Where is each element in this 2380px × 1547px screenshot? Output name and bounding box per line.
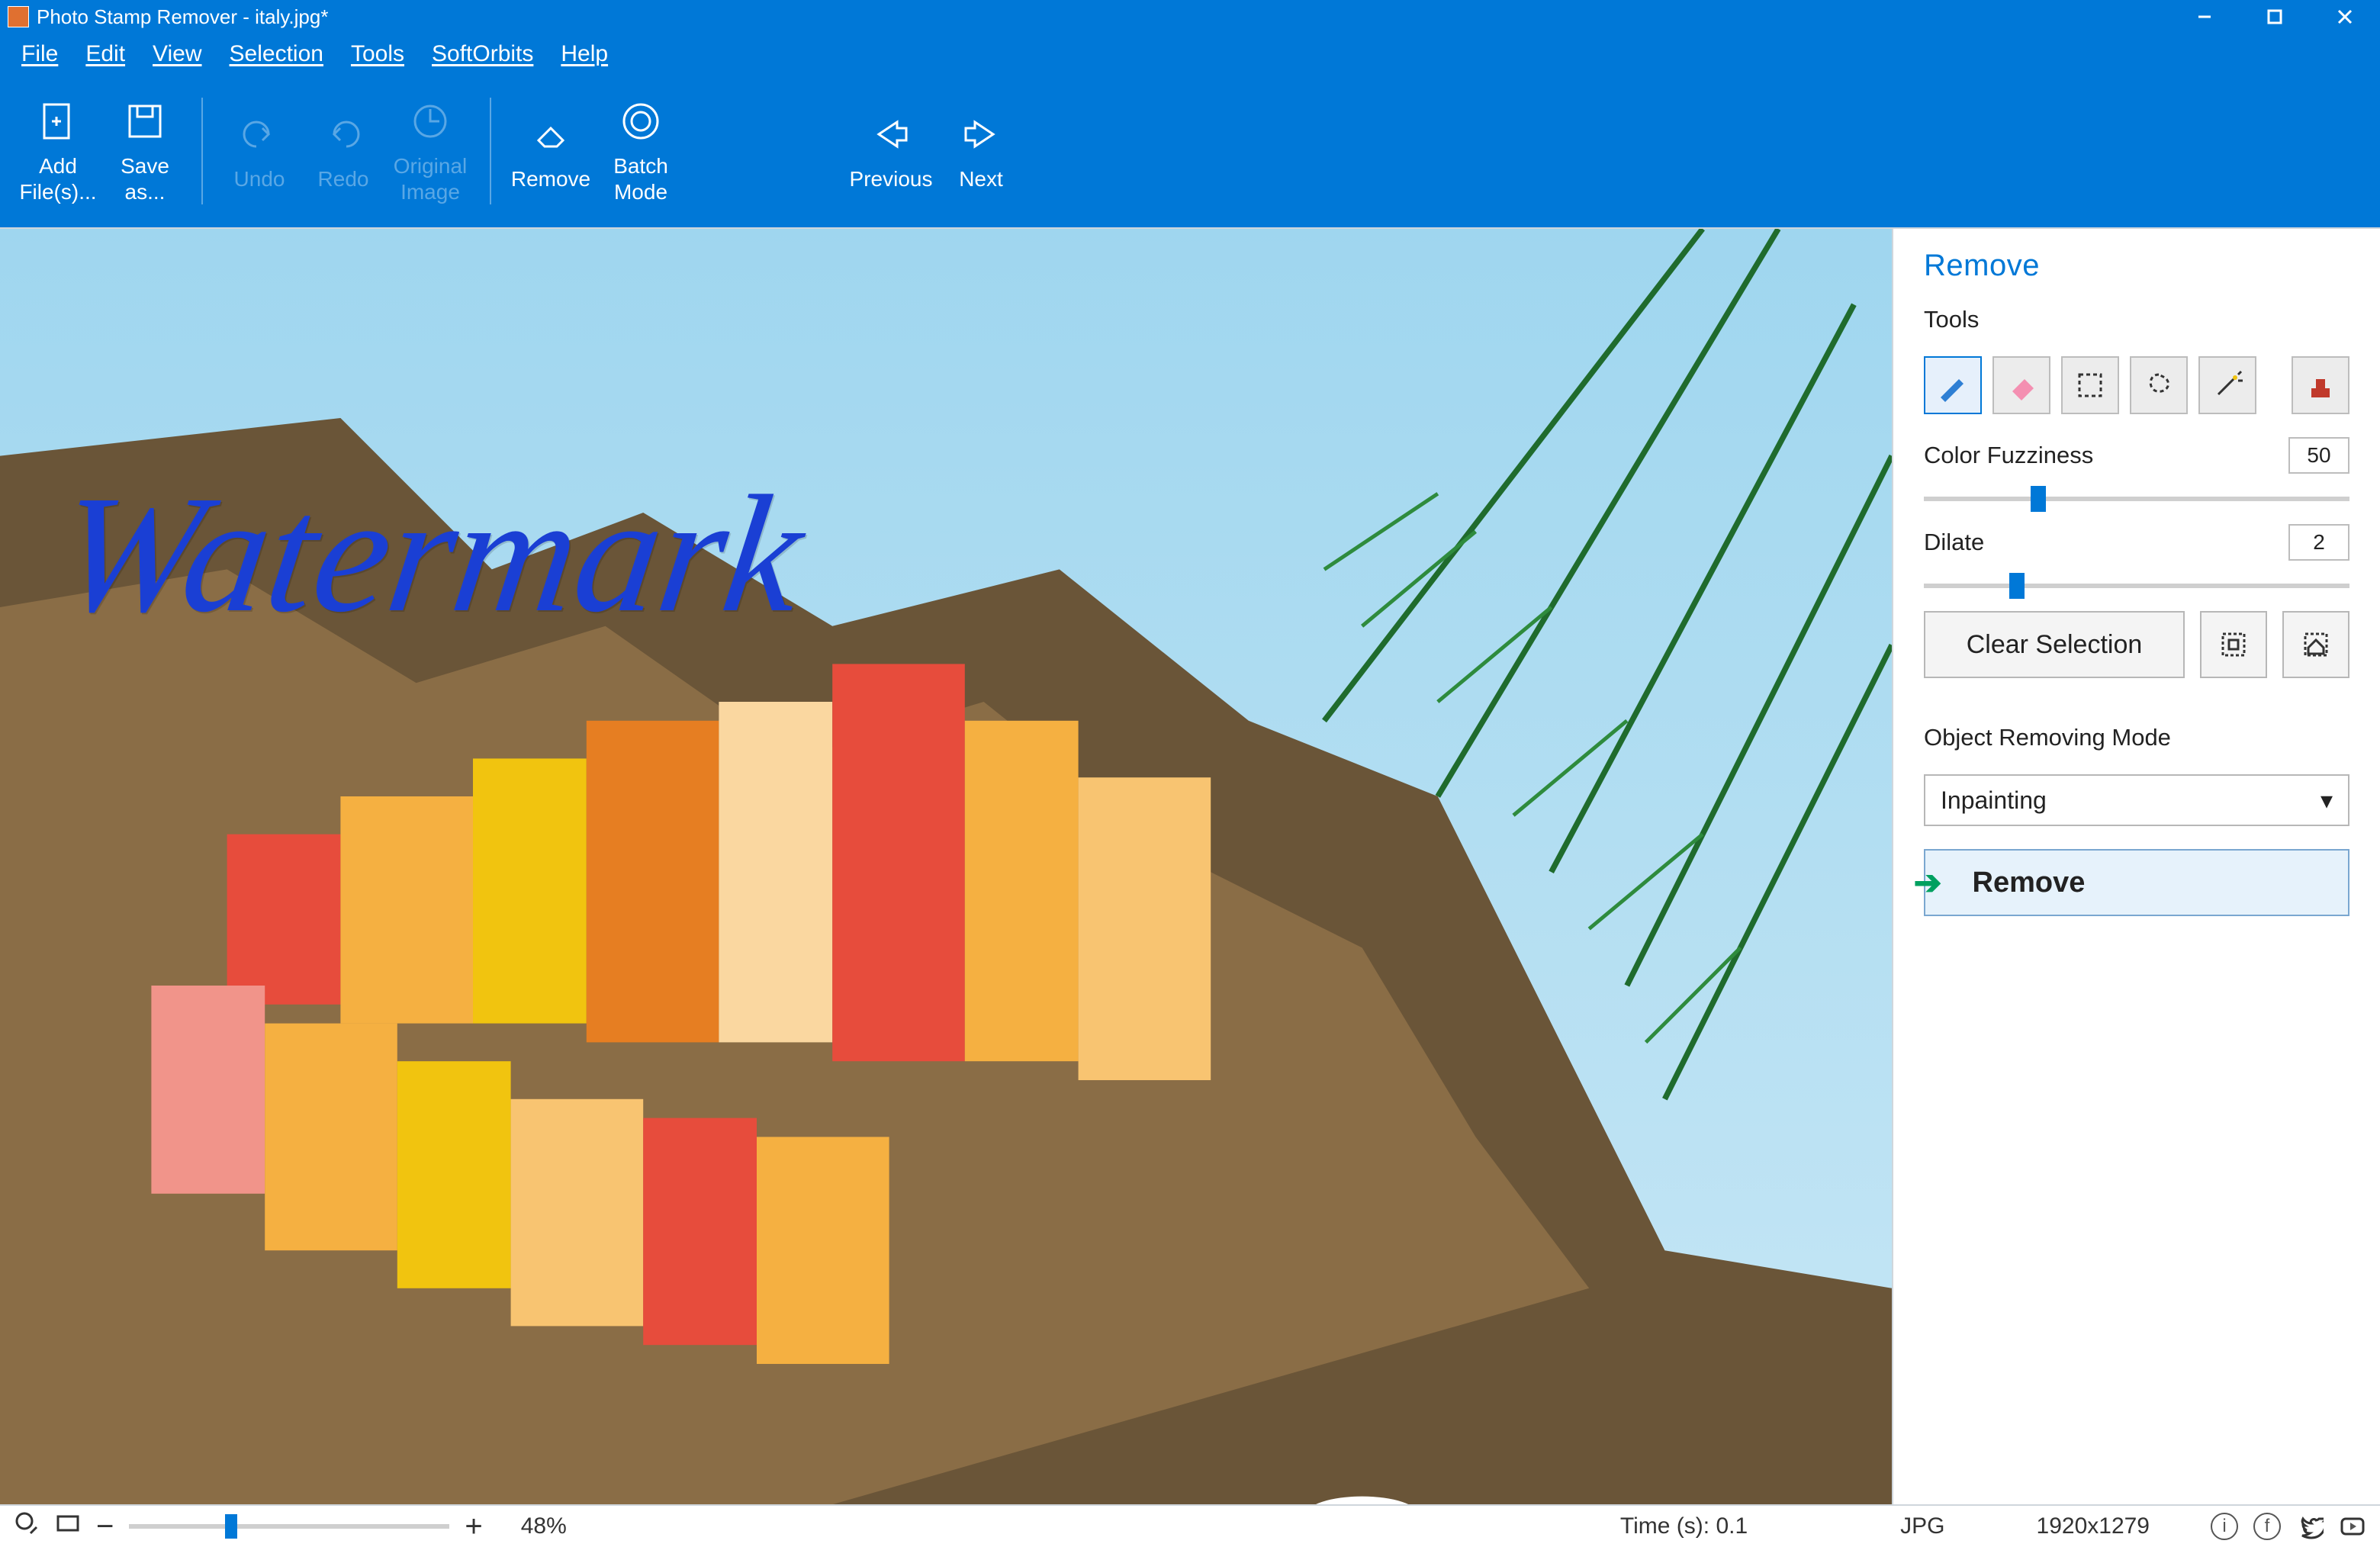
maximize-button[interactable]: [2240, 0, 2310, 34]
dilate-label: Dilate: [1924, 529, 1984, 556]
add-file-icon: [34, 97, 82, 146]
menu-edit[interactable]: Edit: [85, 41, 125, 67]
minimize-button[interactable]: [2169, 0, 2240, 34]
menu-view[interactable]: View: [153, 41, 201, 67]
zoom-slider[interactable]: [129, 1524, 449, 1529]
panel-header: Remove: [1924, 249, 2349, 283]
tools-label: Tools: [1924, 306, 2349, 333]
status-time: Time (s): 0.1: [1620, 1513, 1748, 1539]
arrow-right-icon: ➔: [1914, 864, 1942, 902]
save-icon: [121, 97, 169, 146]
remove-toolbar-button[interactable]: Remove: [510, 90, 592, 212]
arrow-left-icon: [867, 110, 915, 159]
add-files-button[interactable]: Add File(s)...: [17, 90, 99, 212]
arrow-right-icon: [957, 110, 1005, 159]
youtube-icon[interactable]: [2339, 1513, 2366, 1540]
save-selection-button[interactable]: [2200, 611, 2267, 678]
tool-eraser[interactable]: [1992, 356, 2050, 414]
color-fuzziness-value[interactable]: 50: [2288, 437, 2349, 474]
photo-image: [0, 229, 1892, 1504]
zoom-out-button[interactable]: −: [96, 1510, 114, 1544]
toolbar: Add File(s)... Save as... Undo Redo Orig…: [0, 75, 2380, 227]
window-title: Photo Stamp Remover - italy.jpg*: [37, 5, 328, 29]
zoom-percent: 48%: [521, 1513, 567, 1539]
menu-selection[interactable]: Selection: [230, 41, 323, 67]
status-format: JPG: [1900, 1513, 1944, 1539]
color-fuzziness-slider[interactable]: [1924, 497, 2349, 501]
zoom-fit-icon[interactable]: [55, 1510, 81, 1542]
undo-button[interactable]: Undo: [221, 90, 298, 212]
watermark-text: Watermark: [47, 458, 814, 651]
facebook-icon[interactable]: f: [2253, 1513, 2281, 1540]
tool-clone-stamp[interactable]: [2292, 356, 2349, 414]
batch-mode-button[interactable]: Batch Mode: [600, 90, 682, 212]
mode-label: Object Removing Mode: [1924, 724, 2349, 751]
right-panel: Remove Tools Color Fuzziness 50 Dilate 2: [1892, 227, 2380, 1504]
gear-icon: [616, 97, 665, 146]
tool-rectangle-select[interactable]: [2061, 356, 2119, 414]
undo-icon: [235, 110, 284, 159]
remove-button[interactable]: ➔ Remove: [1924, 849, 2349, 916]
menu-softorbits[interactable]: SoftOrbits: [432, 41, 533, 67]
mode-dropdown[interactable]: Inpainting ▾: [1924, 774, 2349, 826]
next-button[interactable]: Next: [940, 90, 1022, 212]
previous-button[interactable]: Previous: [850, 90, 932, 212]
tool-magic-wand[interactable]: [2198, 356, 2256, 414]
app-icon: [8, 6, 29, 27]
eraser-icon: [526, 110, 575, 159]
menu-tools[interactable]: Tools: [351, 41, 404, 67]
twitter-icon[interactable]: [2296, 1513, 2324, 1540]
redo-button[interactable]: Redo: [305, 90, 381, 212]
save-as-button[interactable]: Save as...: [107, 90, 183, 212]
chevron-down-icon: ▾: [2320, 786, 2333, 815]
menu-file[interactable]: File: [21, 41, 58, 67]
menubar: File Edit View Selection Tools SoftOrbit…: [0, 34, 2380, 75]
titlebar: Photo Stamp Remover - italy.jpg*: [0, 0, 2380, 34]
status-dimensions: 1920x1279: [2037, 1513, 2150, 1539]
color-fuzziness-label: Color Fuzziness: [1924, 442, 2093, 469]
zoom-in-button[interactable]: +: [465, 1510, 482, 1544]
close-button[interactable]: [2310, 0, 2380, 34]
menu-help[interactable]: Help: [561, 41, 608, 67]
original-image-icon: [406, 97, 455, 146]
dilate-value[interactable]: 2: [2288, 524, 2349, 561]
original-image-button[interactable]: Original Image: [389, 90, 471, 212]
clear-selection-button[interactable]: Clear Selection: [1924, 611, 2185, 678]
info-icon[interactable]: i: [2211, 1513, 2238, 1540]
redo-icon: [319, 110, 368, 159]
zoom-actual-icon[interactable]: [14, 1510, 40, 1542]
image-canvas[interactable]: Watermark: [0, 227, 1892, 1504]
dilate-slider[interactable]: [1924, 584, 2349, 588]
tool-marker[interactable]: [1924, 356, 1982, 414]
tool-lasso-select[interactable]: [2130, 356, 2188, 414]
load-selection-button[interactable]: [2282, 611, 2349, 678]
status-bar: − + 48% Time (s): 0.1 JPG 1920x1279 i f: [0, 1504, 2380, 1547]
